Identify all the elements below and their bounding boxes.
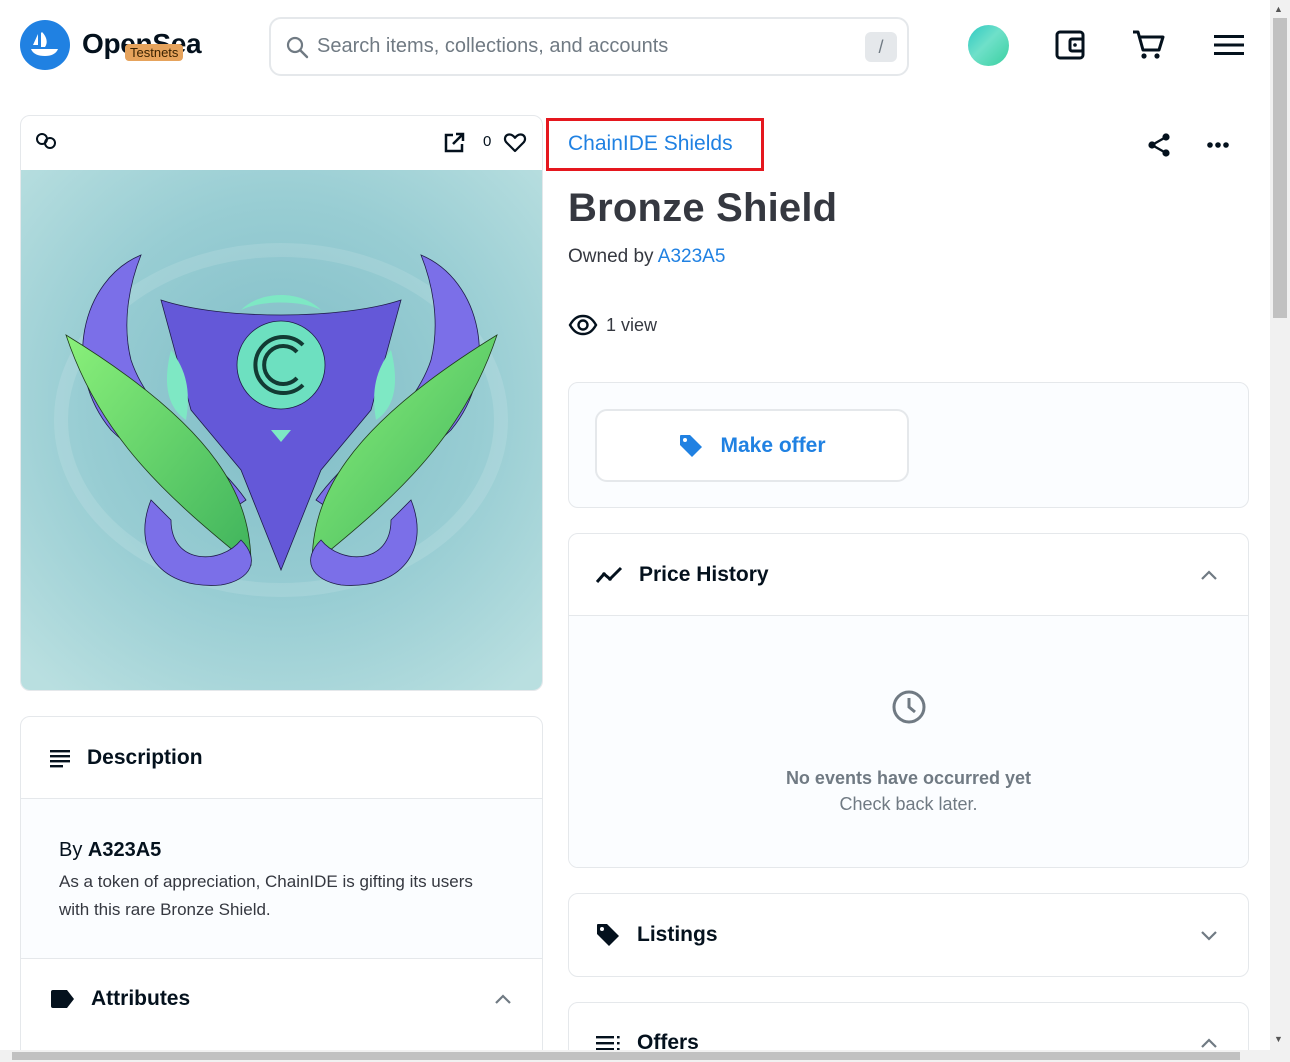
attributes-title: Attributes — [91, 987, 191, 1010]
listings-panel: Listings — [568, 893, 1249, 977]
description-author[interactable]: A323A5 — [88, 839, 161, 861]
nft-title: Bronze Shield — [568, 186, 838, 230]
chevron-down-icon[interactable] — [1200, 929, 1218, 941]
scroll-down-arrow-icon[interactable]: ▼ — [1274, 1034, 1283, 1044]
make-offer-button[interactable]: Make offer — [595, 409, 909, 482]
profile-avatar[interactable] — [968, 25, 1009, 66]
top-navbar: OpenSea Testnets Search items, collectio… — [0, 0, 1270, 92]
share-icon[interactable] — [1146, 132, 1172, 163]
more-options-icon[interactable] — [1205, 132, 1231, 163]
make-offer-label: Make offer — [720, 433, 826, 457]
description-author-line: By A323A5 — [59, 839, 504, 862]
description-panel: Description By A323A5 As a token of appr… — [20, 716, 543, 1062]
image-card-toolbar: 0 — [21, 116, 542, 170]
menu-icon[interactable] — [1209, 25, 1249, 65]
chevron-up-icon[interactable] — [1200, 569, 1218, 581]
horizontal-scrollbar-thumb[interactable] — [12, 1052, 1240, 1060]
description-lines-icon — [50, 749, 70, 767]
description-header[interactable]: Description — [21, 717, 542, 799]
by-label: By — [59, 839, 83, 861]
scroll-up-arrow-icon[interactable]: ▲ — [1274, 4, 1283, 14]
search-input[interactable]: Search items, collections, and accounts … — [269, 17, 909, 76]
open-external-icon[interactable] — [442, 131, 466, 160]
owner-line: Owned by A323A5 — [568, 246, 725, 268]
cart-icon[interactable] — [1128, 25, 1168, 65]
favorite-heart-icon[interactable] — [503, 130, 527, 159]
description-title: Description — [87, 745, 203, 769]
chevron-up-icon[interactable] — [494, 993, 512, 1005]
owner-link[interactable]: A323A5 — [658, 246, 726, 267]
chevron-up-icon[interactable] — [1200, 1037, 1218, 1049]
nft-image-card: 0 — [20, 115, 543, 691]
nft-artwork-image[interactable] — [21, 170, 542, 690]
vertical-scrollbar-thumb[interactable] — [1273, 18, 1287, 318]
description-body: By A323A5 As a token of appreciation, Ch… — [21, 799, 542, 959]
collection-link[interactable]: ChainIDE Shields — [568, 132, 733, 156]
check-back-text: Check back later. — [839, 794, 978, 814]
attributes-header[interactable]: Attributes — [21, 959, 542, 1039]
wallet-icon[interactable] — [1050, 25, 1090, 65]
opensea-logo-icon — [20, 20, 70, 70]
chain-link-icon[interactable] — [35, 131, 57, 156]
owned-by-label: Owned by — [568, 246, 654, 267]
view-count: 1 view — [568, 314, 657, 336]
no-events-text: No events have occurred yet — [785, 768, 1032, 788]
price-tag-icon — [680, 434, 703, 457]
listings-header[interactable]: Listings — [569, 894, 1248, 976]
search-shortcut-key: / — [865, 32, 897, 62]
clock-icon — [892, 690, 926, 724]
tag-icon — [597, 924, 619, 946]
label-tag-icon — [51, 990, 74, 1008]
search-placeholder: Search items, collections, and accounts — [317, 35, 669, 57]
price-history-empty-state: No events have occurred yet Check back l… — [569, 616, 1248, 867]
views-text: 1 view — [606, 314, 658, 335]
favorite-count: 0 — [483, 133, 492, 150]
listings-title: Listings — [637, 923, 718, 946]
search-icon — [286, 36, 309, 58]
eye-icon — [568, 314, 598, 336]
price-history-title: Price History — [639, 562, 769, 586]
price-history-panel: Price History No events have occurred ye… — [568, 533, 1249, 868]
price-history-header[interactable]: Price History — [569, 534, 1248, 616]
offer-panel: Make offer — [568, 382, 1249, 508]
testnets-badge: Testnets — [125, 44, 184, 61]
description-text: As a token of appreciation, ChainIDE is … — [59, 872, 473, 919]
trending-chart-icon — [595, 566, 623, 583]
